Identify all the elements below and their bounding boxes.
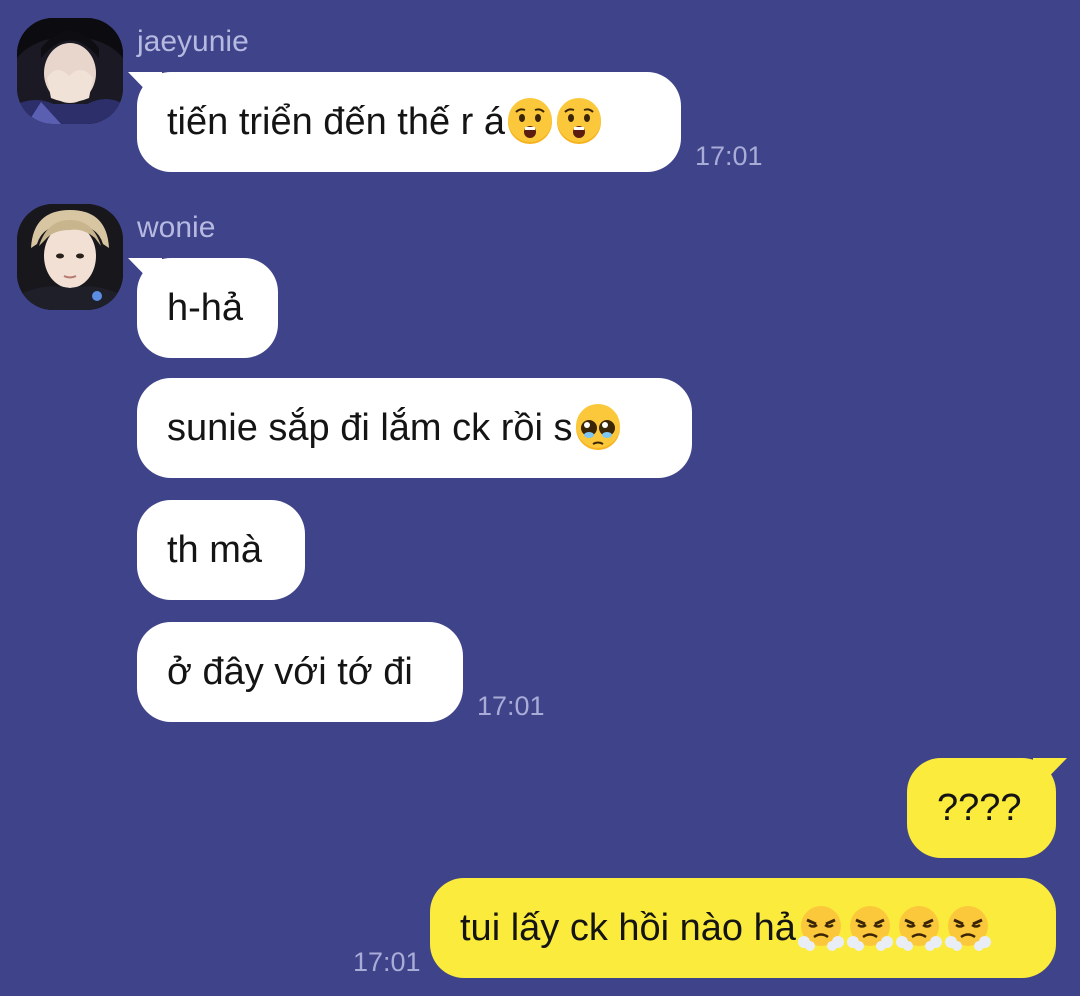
message-bubble[interactable]: h-hả — [137, 258, 278, 358]
steam-face-icon — [797, 904, 845, 952]
message-bubble-outgoing[interactable]: tui lấy ck hồi nào hả — [430, 878, 1056, 978]
hushed-face-icon — [555, 98, 603, 146]
timestamp: 17:01 — [477, 691, 545, 721]
message-bubble[interactable]: th mà — [137, 500, 305, 600]
message-text: th mà — [167, 528, 263, 571]
sender-name-jaeyunie: jaeyunie — [137, 25, 249, 58]
message-text: ???? — [937, 786, 1022, 829]
message-bubble[interactable]: tiến triển đến thế r á — [137, 72, 681, 172]
timestamp: 17:01 — [695, 141, 763, 171]
message-text: tui lấy ck hồi nào hả — [460, 906, 796, 949]
pleading-face-icon — [574, 404, 622, 452]
message-text: ở đây với tớ đi — [167, 650, 413, 693]
steam-face-icon — [895, 904, 943, 952]
avatar-jaeyunie[interactable] — [17, 18, 123, 124]
message-bubble[interactable]: sunie sắp đi lắm ck rồi s — [137, 378, 692, 478]
message-text: tiến triển đến thế r á — [167, 100, 505, 143]
sender-name-wonie: wonie — [137, 211, 216, 244]
timestamp: 17:01 — [353, 947, 421, 977]
message-bubble[interactable]: ở đây với tớ đi — [137, 622, 463, 722]
avatar-wonie[interactable] — [17, 204, 123, 310]
message-text: h-hả — [167, 286, 244, 329]
hushed-face-icon — [506, 98, 554, 146]
steam-face-icon — [846, 904, 894, 952]
message-text: sunie sắp đi lắm ck rồi s — [167, 406, 573, 449]
steam-face-icon — [944, 904, 992, 952]
message-bubble-outgoing[interactable]: ???? — [907, 758, 1056, 858]
